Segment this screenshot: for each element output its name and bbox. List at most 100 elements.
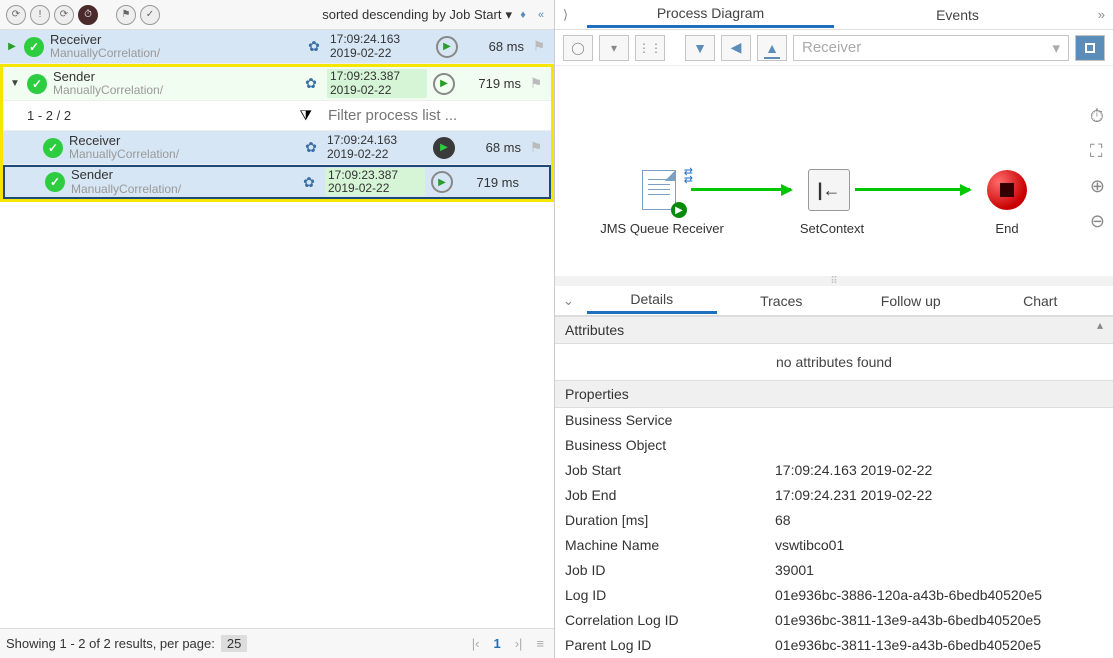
dropdown-button[interactable]: ▾ bbox=[599, 35, 629, 61]
timestamp-time: 17:09:24.163 bbox=[330, 33, 430, 46]
chevron-down-icon: ▾ bbox=[1052, 39, 1060, 57]
flag-icon[interactable]: ⚑ bbox=[527, 75, 545, 92]
left-toolbar: ⟳ ! ⟳ ⏱ ⚑ ✓ sorted descending by Job Sta… bbox=[0, 0, 554, 30]
property-row: Machine Namevswtibco01 bbox=[555, 533, 1113, 558]
gear-icon[interactable]: ✿ bbox=[301, 75, 321, 92]
split-handle[interactable]: ⠿ bbox=[555, 276, 1113, 286]
property-key: Business Object bbox=[565, 435, 775, 456]
page-first-icon[interactable]: |‹ bbox=[468, 636, 484, 651]
process-subrow[interactable]: ✓ Receiver ManuallyCorrelation/ ✿ 17:09:… bbox=[3, 131, 551, 165]
collapse-details-icon[interactable]: ⌄ bbox=[563, 293, 587, 309]
process-row[interactable]: ▼ ✓ Sender ManuallyCorrelation/ ✿ 17:09:… bbox=[3, 67, 551, 101]
sort-indicator[interactable]: sorted descending by Job Start ▾ bbox=[322, 7, 512, 23]
collapse-left-icon[interactable]: « bbox=[534, 8, 548, 22]
collapse-icon[interactable]: ▼ bbox=[9, 78, 21, 89]
no-attributes-text: no attributes found bbox=[555, 344, 1113, 380]
expand-right-icon[interactable]: ⟩ bbox=[563, 7, 587, 23]
run-icon[interactable]: ▶ bbox=[433, 137, 455, 159]
tab-chart[interactable]: Chart bbox=[976, 289, 1106, 313]
scroll-up-icon[interactable]: ▴ bbox=[1097, 318, 1111, 332]
property-value: 01e936bc-3886-120a-a43b-6bedb40520e5 bbox=[775, 585, 1103, 606]
collapse-right-icon[interactable]: » bbox=[1081, 7, 1105, 22]
toolbar-button-1[interactable]: ⟳ bbox=[6, 5, 26, 25]
process-name: Receiver bbox=[69, 134, 295, 148]
status-success-icon: ✓ bbox=[24, 37, 44, 57]
property-value: 01e936bc-3811-13e9-a43b-6bedb40520e5 bbox=[775, 610, 1103, 631]
fit-to-screen-button[interactable] bbox=[1075, 35, 1105, 61]
filter-input[interactable] bbox=[328, 107, 527, 124]
property-key: Duration [ms] bbox=[565, 510, 775, 531]
process-subrow-selected[interactable]: ✓ Sender ManuallyCorrelation/ ✿ 17:09:23… bbox=[3, 165, 551, 199]
nav-up-button[interactable]: ▲ bbox=[757, 35, 787, 61]
arrow bbox=[691, 188, 791, 191]
property-value: 17:09:24.231 2019-02-22 bbox=[775, 485, 1103, 506]
sort-toggle-icon[interactable]: ♦ bbox=[516, 8, 530, 22]
flag-button[interactable]: ⚑ bbox=[116, 5, 136, 25]
menu-icon[interactable]: ≡ bbox=[532, 636, 548, 651]
sort-text: sorted descending by Job Start bbox=[322, 7, 501, 22]
gear-icon[interactable]: ✿ bbox=[301, 139, 321, 156]
process-name: Sender bbox=[53, 70, 295, 84]
node-selector[interactable]: Receiver ▾ bbox=[793, 35, 1069, 61]
zoom-out-icon[interactable]: ⊖ bbox=[1090, 211, 1105, 232]
tab-events[interactable]: Events bbox=[834, 3, 1081, 27]
node-label-set: SetContext bbox=[787, 221, 877, 236]
toolbar-button-3[interactable]: ⟳ bbox=[54, 5, 74, 25]
property-key: Machine Name bbox=[565, 535, 775, 556]
chevron-down-icon: ▾ bbox=[505, 7, 512, 23]
duration: 68 ms bbox=[464, 39, 524, 54]
fullscreen-icon[interactable]: ⛶ bbox=[1090, 141, 1105, 162]
result-count: 1 - 2 / 2 bbox=[27, 108, 71, 123]
gear-icon[interactable]: ✿ bbox=[299, 174, 319, 191]
run-icon[interactable]: ▶ bbox=[431, 171, 453, 193]
duration: 719 ms bbox=[459, 175, 519, 190]
marker-button[interactable]: ◯ bbox=[563, 35, 593, 61]
property-value: vswtibco01 bbox=[775, 535, 1103, 556]
gear-icon[interactable]: ✿ bbox=[304, 38, 324, 55]
stopwatch-icon[interactable]: ⏱ bbox=[1090, 106, 1105, 127]
toolbar-button-2[interactable]: ! bbox=[30, 5, 50, 25]
timestamp-date: 2019-02-22 bbox=[330, 84, 424, 97]
flag-icon[interactable]: ⚑ bbox=[530, 38, 548, 55]
process-row[interactable]: ▶ ✓ Receiver ManuallyCorrelation/ ✿ 17:0… bbox=[0, 30, 554, 64]
nav-down-button[interactable]: ▼ bbox=[685, 35, 715, 61]
tab-followup[interactable]: Follow up bbox=[846, 289, 976, 313]
timestamp-time: 17:09:23.387 bbox=[330, 70, 424, 83]
diagram-canvas[interactable]: ⏱ ⛶ ⊕ ⊖ ⇄⇄ ▶ JMS Queue Receiver |← SetCo… bbox=[555, 66, 1113, 276]
run-icon[interactable]: ▶ bbox=[433, 73, 455, 95]
page-last-icon[interactable]: ›| bbox=[511, 636, 527, 651]
expand-icon[interactable]: ▶ bbox=[6, 41, 18, 52]
node-jms-receiver[interactable]: ⇄⇄ ▶ bbox=[635, 166, 683, 214]
toolbar-button-4[interactable]: ⏱ bbox=[78, 5, 98, 25]
node-end[interactable] bbox=[983, 166, 1031, 214]
tab-traces[interactable]: Traces bbox=[717, 289, 847, 313]
tab-details[interactable]: Details bbox=[587, 287, 717, 314]
process-path: ManuallyCorrelation/ bbox=[53, 84, 295, 97]
process-name: Receiver bbox=[50, 33, 298, 47]
timestamp-time: 17:09:24.163 bbox=[327, 134, 427, 147]
property-row: Parent Log ID01e936bc-3811-13e9-a43b-6be… bbox=[555, 633, 1113, 658]
nav-left-button[interactable]: ◀ bbox=[721, 35, 751, 61]
status-success-icon: ✓ bbox=[45, 172, 65, 192]
zoom-in-icon[interactable]: ⊕ bbox=[1090, 176, 1105, 197]
per-page-select[interactable]: 25 bbox=[221, 635, 247, 652]
property-value: 01e936bc-3811-13e9-a43b-6bedb40520e5 bbox=[775, 635, 1103, 656]
property-row: Log ID01e936bc-3886-120a-a43b-6bedb40520… bbox=[555, 583, 1113, 608]
tab-process-diagram[interactable]: Process Diagram bbox=[587, 1, 834, 28]
check-button[interactable]: ✓ bbox=[140, 5, 160, 25]
pager-footer: Showing 1 - 2 of 2 results, per page: 25… bbox=[0, 628, 554, 658]
section-properties: Properties bbox=[555, 380, 1113, 408]
node-setcontext[interactable]: |← bbox=[805, 166, 853, 214]
diagram-toolbar: ◯ ▾ ⋮⋮ ▼ ◀ ▲ Receiver ▾ bbox=[555, 30, 1113, 66]
process-path: ManuallyCorrelation/ bbox=[69, 148, 295, 161]
duration: 719 ms bbox=[461, 76, 521, 91]
graph-button[interactable]: ⋮⋮ bbox=[635, 35, 665, 61]
page-number[interactable]: 1 bbox=[489, 636, 504, 651]
flag-icon[interactable]: ⚑ bbox=[527, 139, 545, 156]
arrow bbox=[855, 188, 970, 191]
run-icon[interactable]: ▶ bbox=[436, 36, 458, 58]
node-label-jms: JMS Queue Receiver bbox=[587, 221, 737, 236]
right-top-tabs: ⟩ Process Diagram Events » bbox=[555, 0, 1113, 30]
property-key: Job ID bbox=[565, 560, 775, 581]
filter-icon[interactable]: ⧩ bbox=[300, 107, 313, 124]
